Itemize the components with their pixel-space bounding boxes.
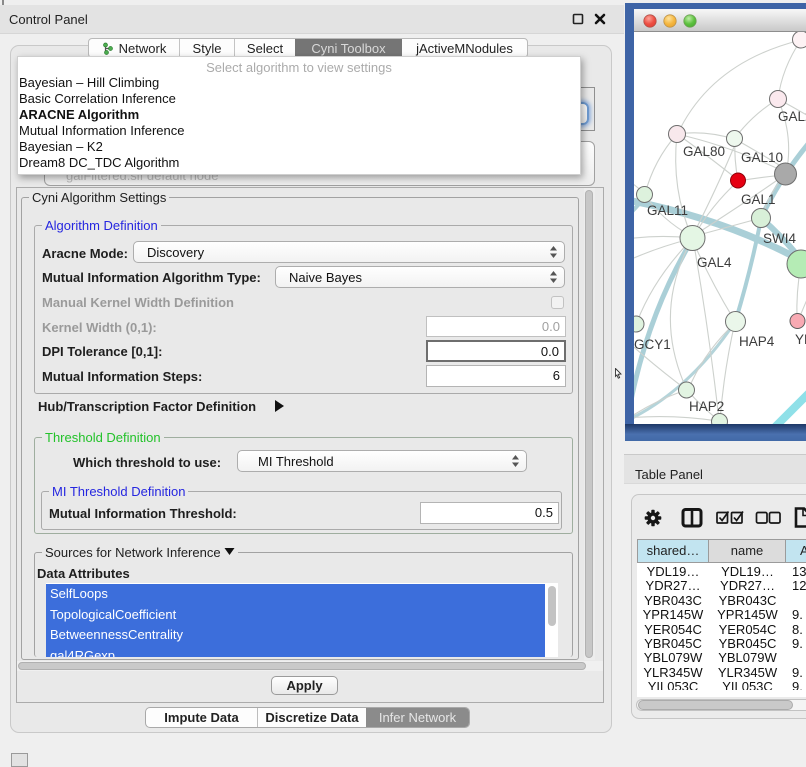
svg-text:HAP2: HAP2 bbox=[689, 399, 724, 414]
svg-text:GAL10: GAL10 bbox=[741, 150, 783, 165]
svg-text:YM: YM bbox=[795, 332, 806, 347]
svg-text:SWI4: SWI4 bbox=[763, 231, 796, 246]
svg-text:GAL11: GAL11 bbox=[647, 203, 688, 218]
svg-text:GAL80: GAL80 bbox=[683, 144, 725, 159]
svg-text:GCY1: GCY1 bbox=[634, 337, 671, 352]
svg-text:HAP4: HAP4 bbox=[739, 334, 775, 349]
svg-text:GAL2: GAL2 bbox=[778, 109, 806, 124]
svg-text:GAL1: GAL1 bbox=[741, 192, 776, 207]
svg-text:GAL4: GAL4 bbox=[697, 255, 732, 270]
